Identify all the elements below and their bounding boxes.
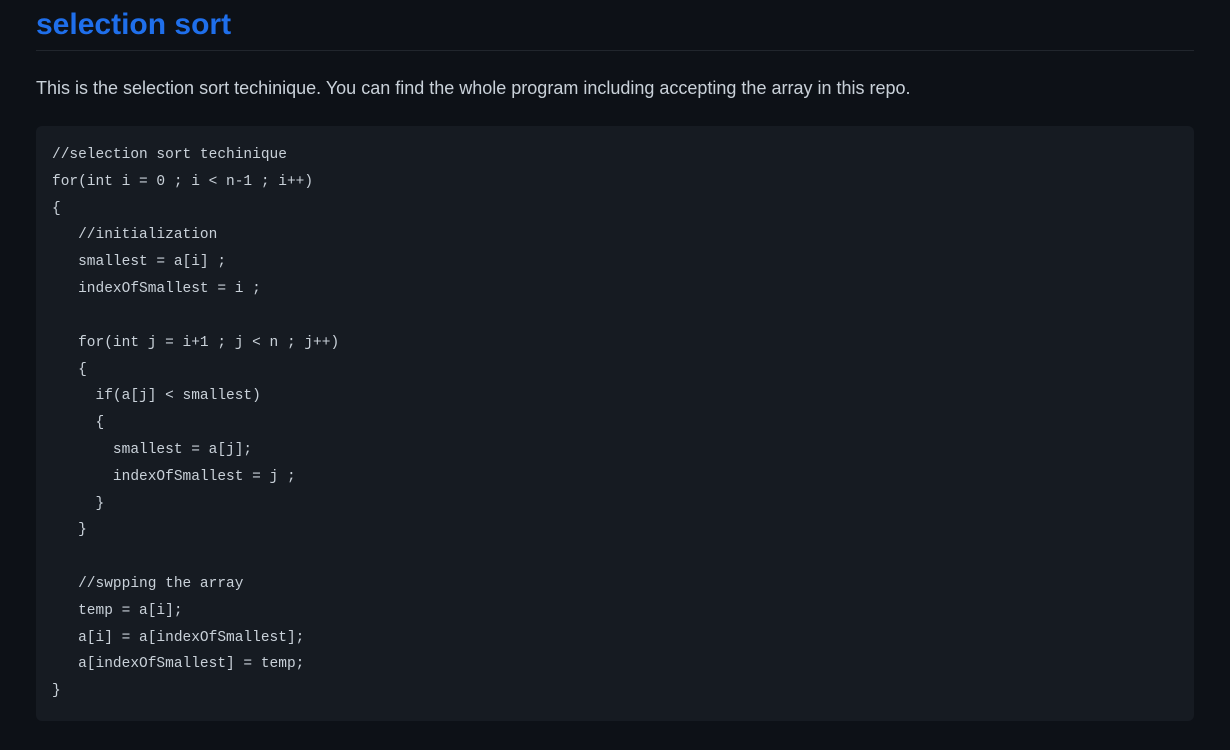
- section-heading[interactable]: selection sort: [36, 8, 1194, 51]
- section-description: This is the selection sort techinique. Y…: [36, 75, 1194, 102]
- code-content: //selection sort techinique for(int i = …: [52, 142, 1178, 705]
- readme-content: selection sort This is the selection sor…: [0, 8, 1230, 721]
- code-block: //selection sort techinique for(int i = …: [36, 126, 1194, 721]
